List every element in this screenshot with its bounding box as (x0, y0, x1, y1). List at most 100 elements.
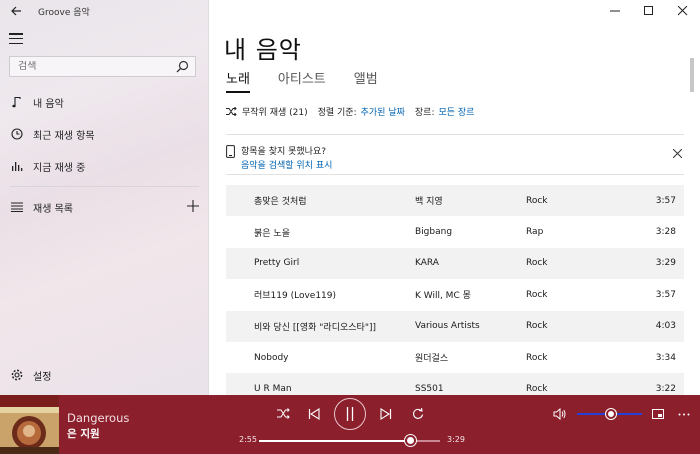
search-box (9, 56, 196, 77)
scrollbar-thumb[interactable] (690, 58, 694, 92)
sort-dropdown[interactable]: 추가된 날짜 (361, 105, 405, 118)
volume-slider-thumb[interactable] (606, 409, 616, 419)
song-artist[interactable]: 백 지영 (415, 194, 443, 207)
now-playing-title[interactable]: Dangerous (67, 411, 129, 425)
song-genre: Rock (526, 289, 548, 300)
song-title: U R Man (254, 384, 292, 395)
song-row[interactable]: Nobody 원더걸스 Rock 3:34 (226, 342, 684, 373)
shuffle-icon (226, 107, 237, 116)
song-title: Nobody (254, 352, 289, 363)
settings-label: 설정 (33, 371, 52, 383)
sidebar-item-label: 최근 재생 항목 (33, 130, 95, 142)
sidebar-item-settings[interactable]: 설정 (0, 362, 209, 388)
tab-songs[interactable]: 노래 (226, 68, 250, 93)
album-art[interactable] (0, 395, 59, 454)
sidebar-item-recent[interactable]: 최근 재생 항목 (0, 118, 209, 150)
sidebar-item-label: 내 음악 (33, 98, 64, 110)
playlist-icon (11, 202, 23, 212)
minimize-icon (610, 10, 620, 12)
song-row[interactable]: 러브119 (Love119) K Will, MC 몽 Rock 3:57 (226, 279, 684, 310)
minimize-button[interactable] (598, 0, 632, 22)
dismiss-notice-icon[interactable] (673, 149, 682, 158)
song-duration: 3:34 (655, 352, 676, 363)
song-row[interactable]: 총맞은 것처럼 백 지영 Rock 3:57 (226, 185, 684, 217)
seek-bar-thumb[interactable] (405, 435, 417, 446)
close-button[interactable] (666, 0, 700, 22)
now-playing-artist[interactable]: 은 지원 (67, 426, 100, 441)
sidebar-nav: 내 음악 최근 재생 항목 지금 재생 중 재생 목록 (0, 86, 209, 223)
song-artist[interactable]: Bigbang (415, 227, 452, 237)
song-artist[interactable]: K Will, MC 몽 (415, 288, 471, 301)
seek-bar[interactable] (259, 435, 440, 446)
song-artist[interactable]: KARA (415, 258, 439, 268)
equalizer-bars-icon (12, 162, 23, 171)
more-options-button[interactable] (677, 407, 691, 421)
tab-bar: 노래 아티스트 앨범 (226, 68, 406, 93)
search-input[interactable] (18, 61, 168, 72)
maximize-button[interactable] (632, 0, 666, 22)
main-content: 내 음악 노래 아티스트 앨범 무작위 재생 (21) 정렬 기준: 추가된 날… (210, 0, 700, 405)
song-genre: Rock (526, 258, 548, 269)
mini-player-button[interactable] (651, 407, 665, 421)
player-bar: Dangerous 은 지원 2:55 3:29 (0, 395, 700, 454)
shuffle-icon (276, 407, 290, 419)
song-row[interactable]: 붉은 노을 Bigbang Rap 3:28 (226, 216, 684, 247)
window-controls (598, 0, 700, 22)
sidebar-item-my-music[interactable]: 내 음악 (0, 86, 209, 118)
volume-button[interactable] (552, 407, 566, 421)
song-duration: 3:57 (655, 195, 676, 206)
song-genre: Rock (526, 195, 548, 206)
back-button[interactable] (0, 0, 32, 22)
song-title: Pretty Girl (254, 258, 300, 269)
song-toolbar: 무작위 재생 (21) 정렬 기준: 추가된 날짜 장르: 모든 장르 (226, 105, 474, 118)
close-icon (678, 6, 688, 16)
tab-artists[interactable]: 아티스트 (278, 68, 326, 93)
skip-next-icon (380, 408, 392, 420)
pause-icon (346, 407, 354, 421)
repeat-button[interactable] (411, 407, 425, 421)
sidebar-item-label: 지금 재생 중 (33, 162, 86, 174)
previous-button[interactable] (307, 407, 321, 421)
song-duration: 3:22 (655, 384, 676, 395)
genre-label: 장르: (414, 108, 435, 118)
sort-label: 정렬 기준: (317, 108, 357, 118)
sidebar-item-label: 재생 목록 (33, 203, 73, 215)
missing-music-notice: 항목을 찾지 못했나요? 음악을 검색할 위치 표시 (226, 134, 684, 175)
song-genre: Rap (526, 227, 544, 238)
title-bar: Groove 음악 (0, 0, 209, 22)
notice-title: 항목을 찾지 못했나요? (241, 147, 327, 157)
repeat-icon (413, 408, 424, 419)
song-duration: 3:29 (655, 258, 676, 269)
sidebar-item-now-playing[interactable]: 지금 재생 중 (0, 150, 209, 182)
sidebar-divider (10, 186, 199, 187)
shuffle-all-button[interactable]: 무작위 재생 (21) (242, 105, 308, 118)
back-arrow-icon (10, 6, 21, 16)
search-icon[interactable] (176, 60, 189, 73)
tab-albums[interactable]: 앨범 (354, 68, 378, 93)
seek-bar-progress (259, 440, 412, 442)
maximize-icon (644, 6, 653, 15)
speaker-volume-icon (553, 408, 565, 420)
more-dots-icon (678, 413, 690, 415)
next-button[interactable] (379, 407, 393, 421)
song-artist[interactable]: Various Artists (415, 321, 480, 331)
genre-dropdown[interactable]: 모든 장르 (438, 105, 474, 118)
add-playlist-icon[interactable] (187, 200, 199, 212)
music-note-icon (12, 96, 21, 108)
shuffle-button[interactable] (276, 406, 290, 420)
song-artist[interactable]: 원더걸스 (415, 351, 448, 364)
song-row[interactable]: Pretty Girl KARA Rock 3:29 (226, 247, 684, 280)
sidebar-item-playlists[interactable]: 재생 목록 (0, 191, 209, 223)
song-row[interactable]: 비와 당신 [[영화 "라디오스타"]] Various Artists Roc… (226, 310, 684, 342)
clock-icon (11, 128, 23, 140)
hamburger-menu-icon[interactable] (9, 33, 23, 44)
song-title: 총맞은 것처럼 (254, 197, 307, 208)
album-art-image (0, 395, 59, 454)
skip-previous-icon (308, 408, 320, 420)
show-music-locations-link[interactable]: 음악을 검색할 위치 표시 (241, 158, 332, 171)
song-list: 총맞은 것처럼 백 지영 Rock 3:57 붉은 노을 Bigbang Rap… (226, 185, 684, 405)
gear-icon (11, 369, 23, 381)
play-pause-button[interactable] (334, 398, 366, 430)
song-artist[interactable]: SS501 (415, 384, 444, 394)
song-duration: 3:57 (655, 289, 676, 300)
